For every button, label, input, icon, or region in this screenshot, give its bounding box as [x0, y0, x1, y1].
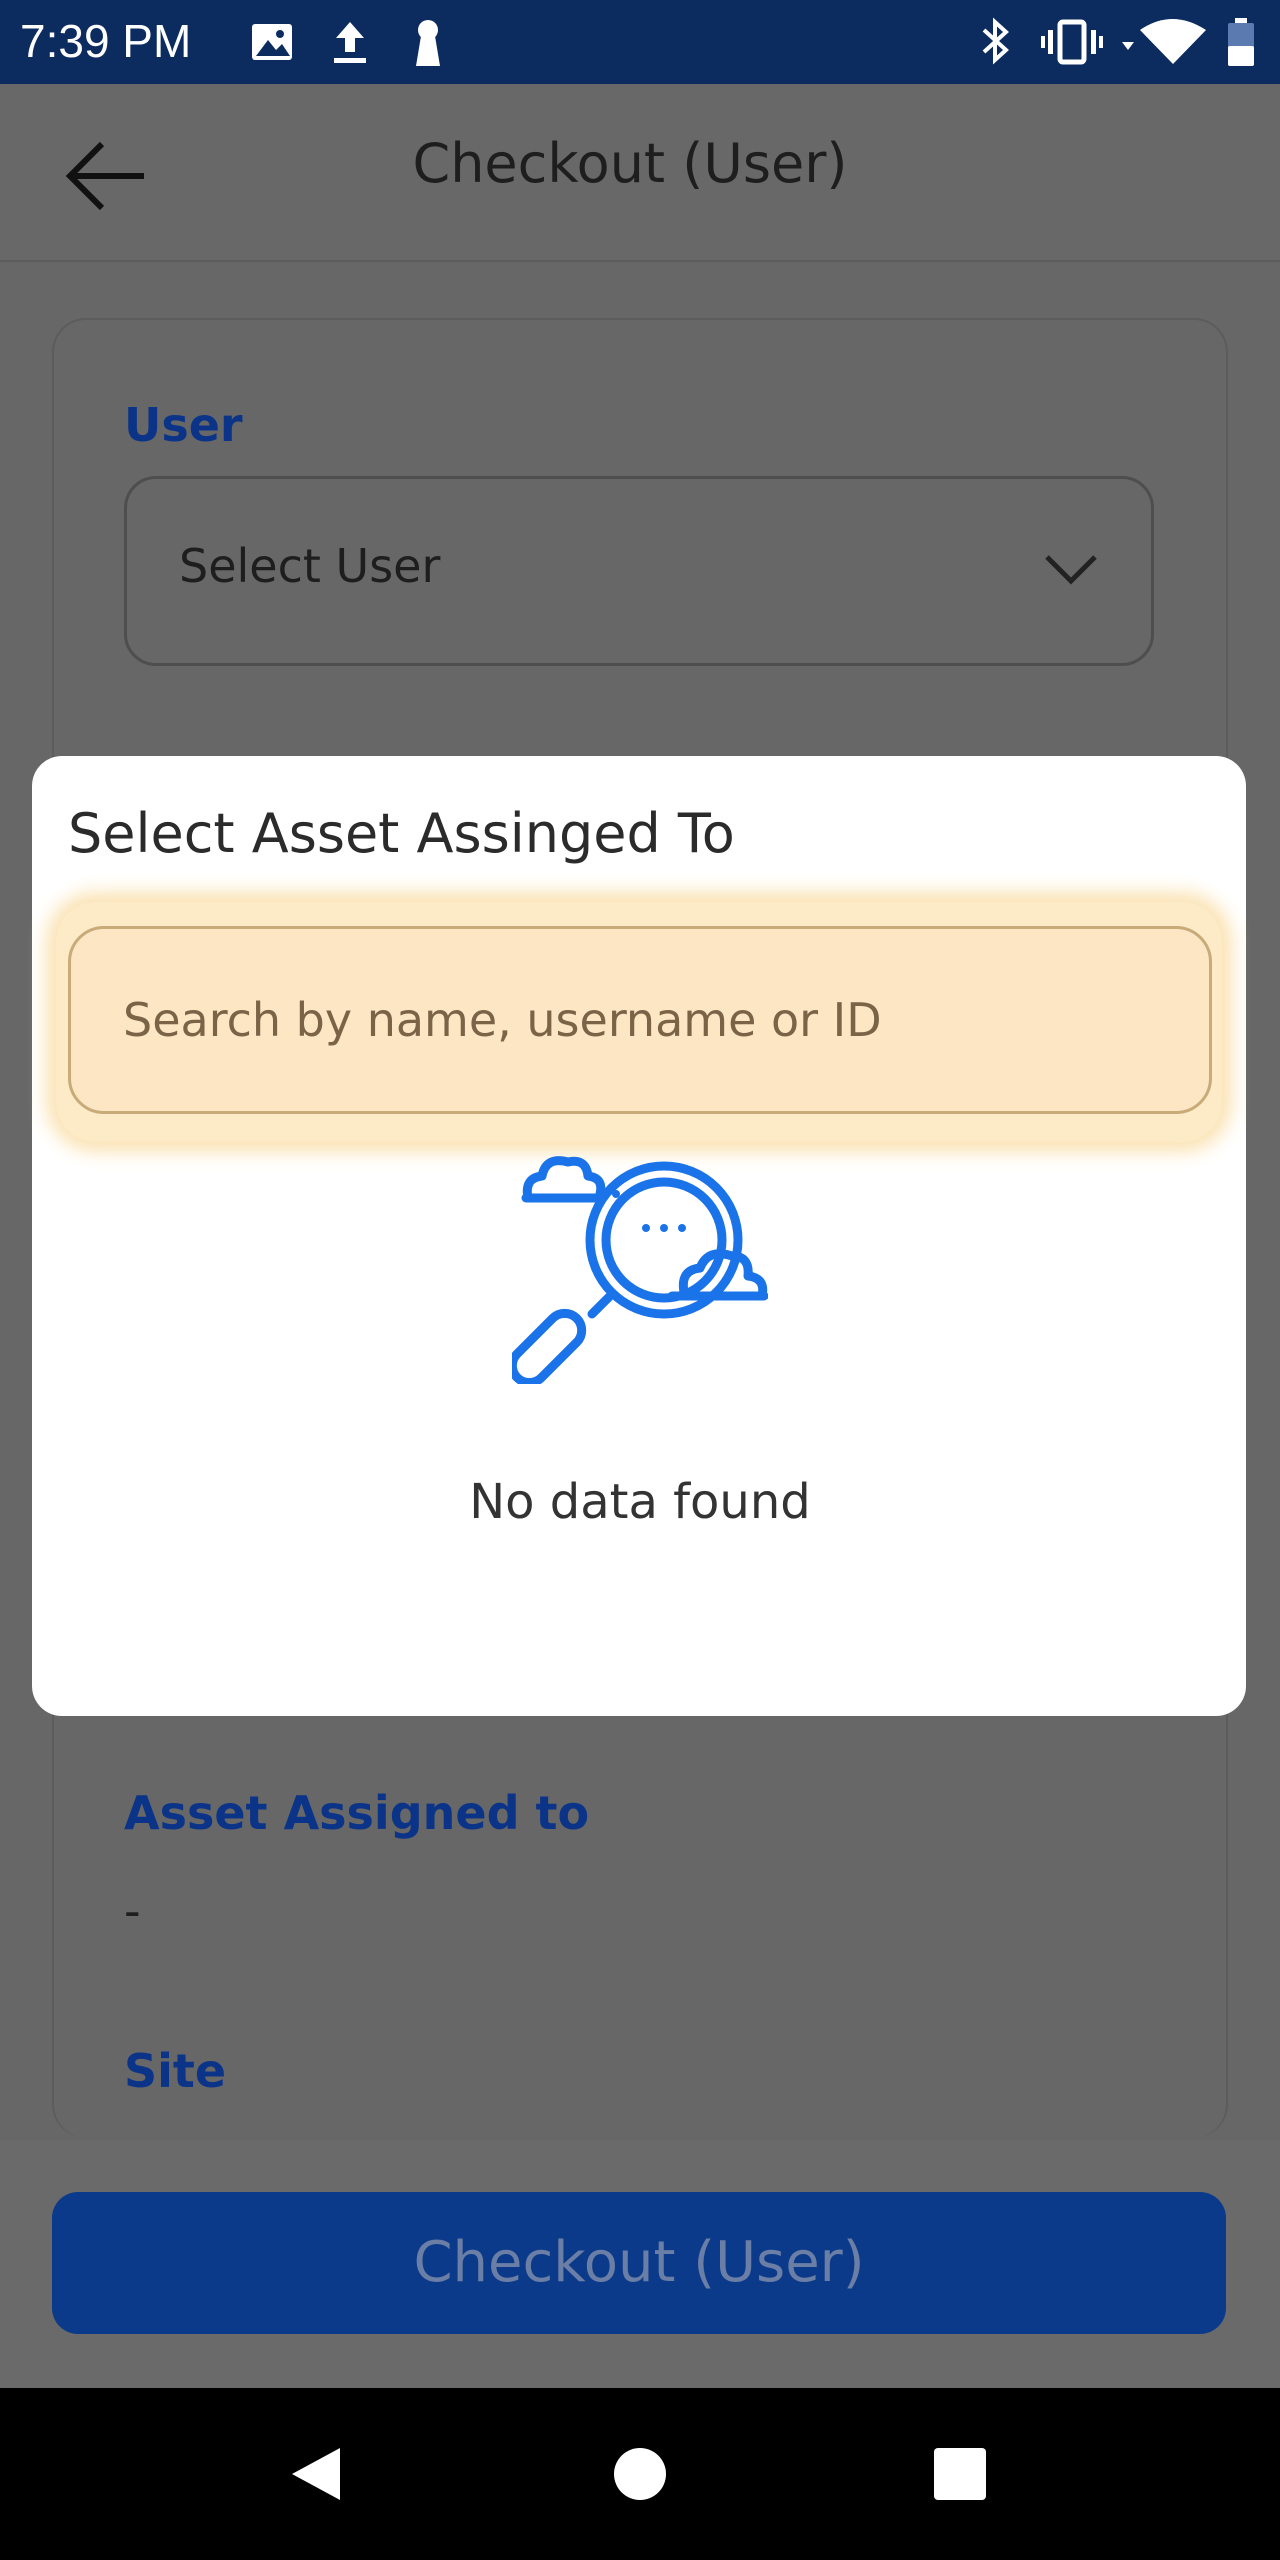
- magnifier-cloud-icon: [512, 1156, 768, 1384]
- search-input[interactable]: [68, 926, 1212, 1114]
- vibrate-icon: [1041, 19, 1103, 65]
- keyhole-icon: [416, 20, 440, 66]
- image-icon: [252, 24, 292, 60]
- battery-icon: [1228, 18, 1254, 66]
- app-bar: Checkout (User): [0, 84, 1280, 262]
- status-time: 7:39 PM: [20, 15, 192, 67]
- wifi-icon: [1122, 19, 1206, 64]
- dialog-title: Select Asset Assinged To: [68, 802, 735, 865]
- recents-square-icon[interactable]: [932, 2444, 988, 2504]
- site-label: Site: [124, 2044, 227, 2098]
- status-bar: 7:39 PM: [0, 0, 1280, 84]
- user-select[interactable]: Select User: [124, 476, 1154, 666]
- asset-assigned-label: Asset Assigned to: [124, 1786, 590, 1840]
- user-select-value: Select User: [179, 539, 441, 593]
- empty-state-text: No data found: [469, 1474, 811, 1530]
- chevron-down-icon: [1045, 555, 1097, 585]
- system-nav-bar: [0, 2388, 1280, 2560]
- user-label: User: [124, 398, 243, 452]
- home-circle-icon[interactable]: [612, 2444, 668, 2504]
- checkout-button[interactable]: Checkout (User): [52, 2192, 1226, 2334]
- back-triangle-icon[interactable]: [288, 2444, 344, 2504]
- bluetooth-icon: [982, 17, 1009, 65]
- asset-assigned-value: -: [124, 1884, 141, 1938]
- page-title: Checkout (User): [412, 132, 848, 195]
- upload-icon: [334, 22, 366, 63]
